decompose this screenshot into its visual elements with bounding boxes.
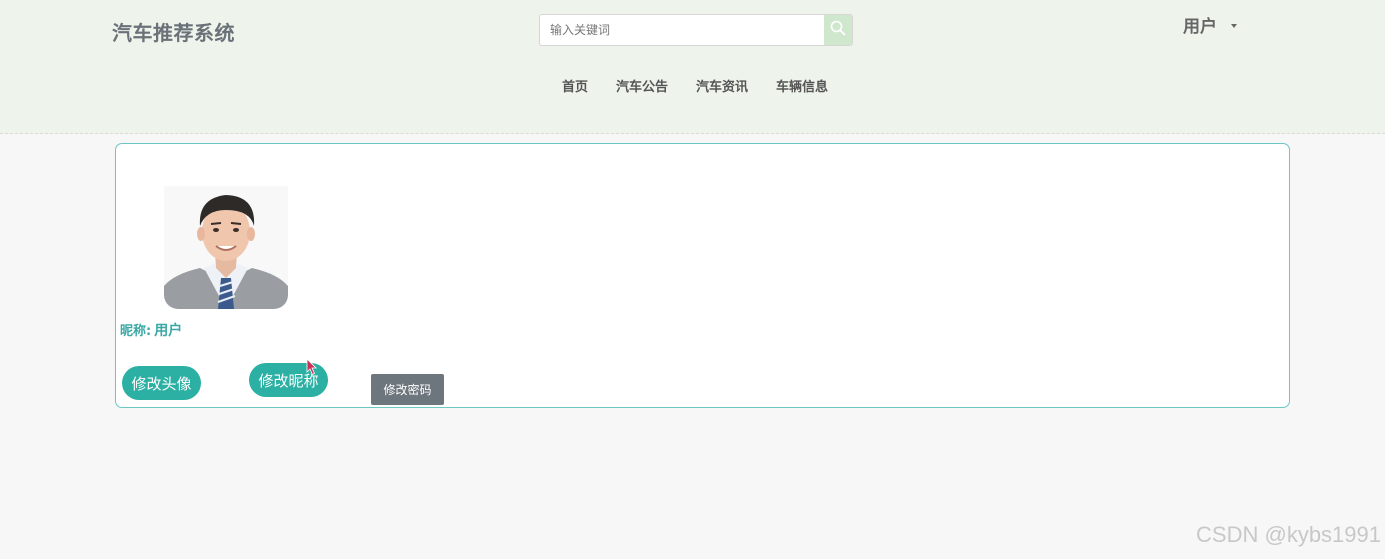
watermark-text: CSDN @kybs1991 (1196, 522, 1381, 547)
search-input[interactable] (540, 15, 824, 45)
caret-down-icon (1231, 23, 1237, 28)
nav-item-news[interactable]: 汽车资讯 (682, 79, 762, 97)
user-menu[interactable]: 用户 (1183, 12, 1237, 37)
user-menu-label: 用户 (1183, 17, 1217, 37)
nav-item-home[interactable]: 首页 (548, 79, 602, 97)
nickname-label: 昵称: (120, 324, 152, 339)
nav-item-vehicles[interactable]: 车辆信息 (762, 79, 842, 97)
search-bar (539, 14, 853, 46)
profile-panel: 昵称: 用户 修改头像 修改昵称 修改密码 (115, 143, 1290, 408)
site-brand[interactable]: 汽车推荐系统 (112, 17, 235, 46)
main-nav: 首页 汽车公告 汽车资讯 车辆信息 (548, 79, 842, 97)
nickname-row: 昵称: 用户 (120, 320, 182, 340)
search-icon (830, 20, 846, 40)
nav-item-announcements[interactable]: 汽车公告 (602, 79, 682, 97)
nickname-value: 用户 (154, 323, 183, 339)
avatar (164, 186, 288, 309)
top-header: 汽车推荐系统 用户 首页 汽车公告 汽车资讯 车辆信息 (0, 0, 1385, 134)
mouse-cursor-icon (306, 358, 318, 376)
change-avatar-button[interactable]: 修改头像 (122, 366, 201, 400)
change-password-button[interactable]: 修改密码 (371, 374, 444, 405)
search-button[interactable] (824, 15, 852, 45)
